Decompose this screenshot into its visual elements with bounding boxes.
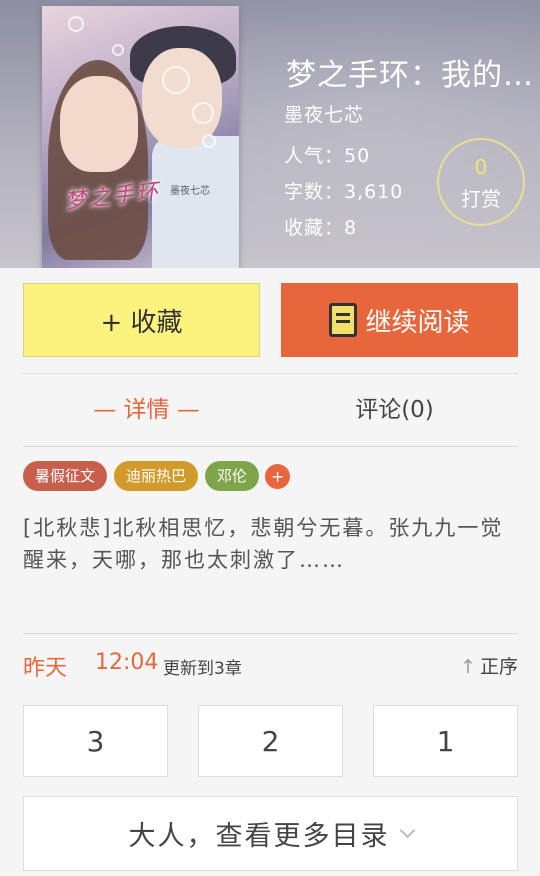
view-more-catalog-label: 大人，查看更多目录 <box>128 821 390 852</box>
divider <box>23 446 518 447</box>
book-synopsis: [北秋悲]北秋相思忆，悲朝兮无暮。张九九一觉醒来，天哪，那也太刺激了…… <box>23 516 504 572</box>
tip-button[interactable]: 0 打赏 <box>437 138 525 226</box>
book-header: 梦之手环 墨夜七芯 梦之手环：我的… 墨夜七芯 人气：50 字数：3,610 收… <box>0 0 540 268</box>
continue-reading-button[interactable]: 继续阅读 <box>281 283 518 357</box>
cover-bubble <box>68 16 84 32</box>
add-tag-button[interactable]: + <box>265 464 291 489</box>
book-favorites-count: 收藏：8 <box>284 217 358 239</box>
divider <box>23 633 518 634</box>
tag-list: 暑假征文 迪丽热巴 邓伦 + <box>23 461 291 491</box>
divider <box>23 373 518 374</box>
chapter-item[interactable]: 3 <box>23 705 168 777</box>
sort-order-button[interactable]: ↑ 正序 <box>460 652 518 679</box>
cover-bubble <box>112 44 124 56</box>
add-to-favorites-button[interactable]: + 收藏 <box>23 283 260 357</box>
book-cover[interactable]: 梦之手环 墨夜七芯 <box>42 6 239 268</box>
book-title: 梦之手环：我的… <box>286 58 534 93</box>
chapter-item[interactable]: 2 <box>198 705 343 777</box>
book-popularity: 人气：50 <box>284 145 371 167</box>
book-icon <box>329 303 358 337</box>
tab-comments[interactable]: 评论(0) <box>271 388 518 432</box>
tip-count: 0 <box>474 155 488 179</box>
cover-author-art: 墨夜七芯 <box>170 186 210 197</box>
chapter-item[interactable]: 1 <box>373 705 518 777</box>
sort-order-label: 正序 <box>479 656 518 678</box>
chapter-number: 3 <box>86 724 105 758</box>
cover-figure-face <box>60 76 138 172</box>
cover-bubble <box>162 66 190 94</box>
tag-chip[interactable]: 暑假征文 <box>23 461 108 491</box>
chevron-down-icon <box>399 822 415 839</box>
cover-bubble <box>192 102 214 124</box>
update-info: 昨天 12:04 更新到3章 ↑ 正序 <box>23 648 518 684</box>
book-author[interactable]: 墨夜七芯 <box>284 100 364 127</box>
cover-figure-face <box>142 48 222 148</box>
add-to-favorites-label: + 收藏 <box>100 307 183 338</box>
tab-details[interactable]: — 详情 — <box>23 388 270 432</box>
chapter-number: 1 <box>436 724 455 758</box>
book-word-count: 字数：3,610 <box>284 181 404 203</box>
tip-label: 打赏 <box>461 187 501 211</box>
continue-reading-label: 继续阅读 <box>365 307 470 338</box>
update-day: 昨天 <box>23 656 68 681</box>
view-more-catalog-button[interactable]: 大人，查看更多目录 <box>23 796 518 871</box>
tag-chip[interactable]: 迪丽热巴 <box>114 461 199 491</box>
chapter-number: 2 <box>261 724 280 758</box>
update-text: 更新到3章 <box>163 659 242 679</box>
update-time: 12:04 <box>95 650 159 675</box>
cover-bubble <box>202 134 216 148</box>
tag-chip[interactable]: 邓伦 <box>205 461 260 491</box>
arrow-up-icon: ↑ <box>460 656 476 678</box>
